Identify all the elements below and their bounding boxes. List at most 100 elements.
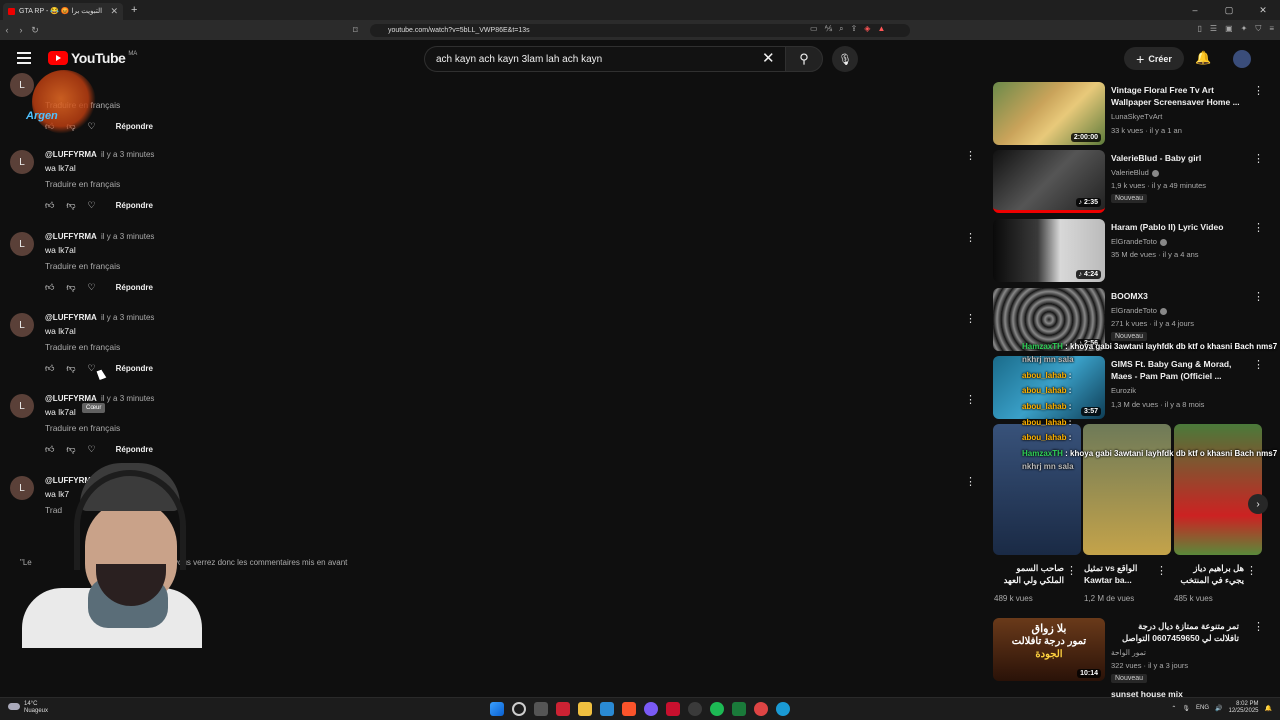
new-tab-button[interactable]: +	[131, 4, 137, 16]
comment-author[interactable]: @LUFFYRMA	[45, 150, 97, 159]
wallet-icon[interactable]: ▣	[1225, 24, 1233, 34]
short-thumbnail[interactable]	[993, 424, 1081, 555]
voice-search-button[interactable]: 🎙	[832, 46, 858, 72]
video-title[interactable]: تمر متنوعة ممتازة ديال درجة تافلالت لي 0…	[1111, 620, 1239, 644]
menu-icon[interactable]: ≡	[1269, 24, 1274, 34]
like-icon[interactable]: 👍︎	[45, 363, 54, 374]
heart-icon[interactable]: ♡	[88, 444, 96, 455]
dislike-icon[interactable]: 👎︎	[66, 200, 75, 211]
dislike-icon[interactable]: 👎︎	[66, 282, 75, 293]
comment-avatar[interactable]: L	[10, 394, 34, 418]
comment-time[interactable]: il y a 3 minutes	[101, 313, 154, 322]
close-window-button[interactable]: ✕	[1246, 0, 1280, 20]
dislike-icon[interactable]: 👎︎	[66, 444, 75, 455]
chevron-up-icon[interactable]: ⌃	[1171, 705, 1176, 712]
heart-icon[interactable]: ♡	[88, 200, 96, 211]
short-more-icon[interactable]: ⋮	[1246, 564, 1257, 577]
video-more-icon[interactable]: ⋮	[1253, 290, 1264, 303]
clear-search-icon[interactable]: ✕	[762, 49, 775, 67]
translate-link[interactable]: Traduire en français	[45, 261, 120, 271]
windows-start-icon[interactable]	[490, 702, 504, 716]
heart-icon[interactable]: ♡	[88, 363, 96, 374]
video-channel[interactable]: ElGrandeToto	[1111, 237, 1167, 246]
comment-avatar[interactable]: L	[10, 313, 34, 337]
video-title[interactable]: Haram (Pablo II) Lyric Video	[1111, 221, 1251, 233]
translate-link[interactable]: Traduire en français	[45, 342, 120, 352]
like-icon[interactable]: 👍︎	[45, 282, 54, 293]
minimize-button[interactable]: –	[1178, 0, 1212, 20]
edge-icon[interactable]	[776, 702, 790, 716]
reply-button[interactable]: Répondre	[116, 445, 153, 454]
share-icon[interactable]: ⇪	[851, 24, 858, 34]
brave-rewards-icon[interactable]: ▲	[877, 24, 885, 34]
weather-widget[interactable]: 14°C Nuageux	[8, 701, 48, 715]
like-icon[interactable]: 👍︎	[45, 200, 54, 211]
video-more-icon[interactable]: ⋮	[1253, 84, 1264, 97]
short-more-icon[interactable]: ⋮	[1066, 564, 1077, 577]
reply-button[interactable]: Répondre	[116, 122, 153, 131]
spotify-icon[interactable]	[710, 702, 724, 716]
account-avatar[interactable]	[1233, 50, 1251, 68]
reading-list-icon[interactable]: ☰	[1210, 24, 1217, 34]
brave-browser-icon[interactable]	[622, 702, 636, 716]
search-input[interactable]: ach kayn ach kayn 3lam lah ach kayn	[424, 46, 788, 72]
vpn-icon[interactable]: ⛉	[1255, 24, 1261, 34]
comment-more-icon[interactable]: ⋮	[965, 475, 976, 488]
translate-icon[interactable]: ⅍	[825, 24, 833, 34]
notifications-bell-icon[interactable]: 🔔	[1195, 50, 1211, 66]
video-channel[interactable]: ElGrandeToto	[1111, 306, 1167, 315]
video-thumbnail[interactable]: بلا زواق تمور درجة تافلالت الجودة 10:14	[993, 618, 1105, 681]
language-indicator[interactable]: ENG	[1196, 705, 1209, 711]
app-icon[interactable]	[754, 702, 768, 716]
comment-author[interactable]: @LUFFYRMA	[45, 394, 97, 403]
short-title[interactable]: تمثيل vs الواقع Kawtar ba...	[1084, 562, 1154, 586]
comment-author[interactable]: @LUFFYRMA	[45, 313, 97, 322]
short-thumbnail[interactable]	[1083, 424, 1171, 555]
sidebar-toggle-icon[interactable]: ▯	[1197, 24, 1201, 34]
task-view-icon[interactable]	[534, 702, 548, 716]
microphone-icon[interactable]: 🎙	[1182, 705, 1190, 712]
zoom-icon[interactable]: ⌕	[839, 24, 843, 34]
translate-link[interactable]: Traduire en français	[45, 179, 120, 189]
video-more-icon[interactable]: ⋮	[1253, 358, 1264, 371]
notification-bell-icon[interactable]: 🔔	[1265, 705, 1272, 712]
video-title[interactable]: GIMS Ft. Baby Gang & Morad, Maes - Pam P…	[1111, 358, 1251, 382]
obs-icon[interactable]	[688, 702, 702, 716]
discord-icon[interactable]	[644, 702, 658, 716]
file-explorer-icon[interactable]	[578, 702, 592, 716]
browser-tab[interactable]: GTA RP - 😂 😡 التبويت برا ✕	[3, 2, 123, 20]
search-button[interactable]: ⚲	[785, 46, 823, 72]
speaker-icon[interactable]: 🔊	[1215, 705, 1222, 712]
video-more-icon[interactable]: ⋮	[1253, 620, 1264, 633]
comment-more-icon[interactable]: ⋮	[965, 231, 976, 244]
comment-more-icon[interactable]: ⋮	[965, 312, 976, 325]
bookmark-icon[interactable]: ⌑	[353, 25, 358, 36]
video-title[interactable]: ValerieBlud - Baby girl	[1111, 152, 1251, 164]
reload-icon[interactable]: ↻	[28, 25, 42, 36]
comment-author[interactable]: @LUFFYRMA	[45, 232, 97, 241]
store-icon[interactable]	[600, 702, 614, 716]
create-button[interactable]: + Créer	[1124, 47, 1184, 70]
install-icon[interactable]: ▭	[810, 24, 818, 34]
video-channel[interactable]: Eurozik	[1111, 386, 1136, 395]
extensions-icon[interactable]: ✦	[1241, 24, 1248, 34]
close-tab-icon[interactable]: ✕	[110, 6, 118, 17]
reply-button[interactable]: Répondre	[116, 283, 153, 292]
comment-time[interactable]: il y a 3 minutes	[101, 150, 154, 159]
video-thumbnail[interactable]: ♪ 4:24	[993, 219, 1105, 282]
video-more-icon[interactable]: ⋮	[1253, 152, 1264, 165]
reply-button[interactable]: Répondre	[116, 364, 153, 373]
app-icon[interactable]	[732, 702, 746, 716]
comment-avatar[interactable]: L	[10, 150, 34, 174]
video-channel[interactable]: LunaSkyeTvArt	[1111, 112, 1162, 121]
comment-more-icon[interactable]: ⋮	[965, 149, 976, 162]
clock[interactable]: 8:02 PM 12/25/2025	[1228, 701, 1258, 715]
app-icon[interactable]	[556, 702, 570, 716]
video-channel[interactable]: ValerieBlud	[1111, 168, 1159, 177]
video-thumbnail[interactable]: 2:00:00	[993, 82, 1105, 145]
dislike-icon[interactable]: 👎︎	[66, 363, 75, 374]
short-more-icon[interactable]: ⋮	[1156, 564, 1167, 577]
maximize-button[interactable]: ▢	[1212, 0, 1246, 20]
video-channel[interactable]: تمور الواحة	[1111, 648, 1146, 657]
search-icon[interactable]	[512, 702, 526, 716]
